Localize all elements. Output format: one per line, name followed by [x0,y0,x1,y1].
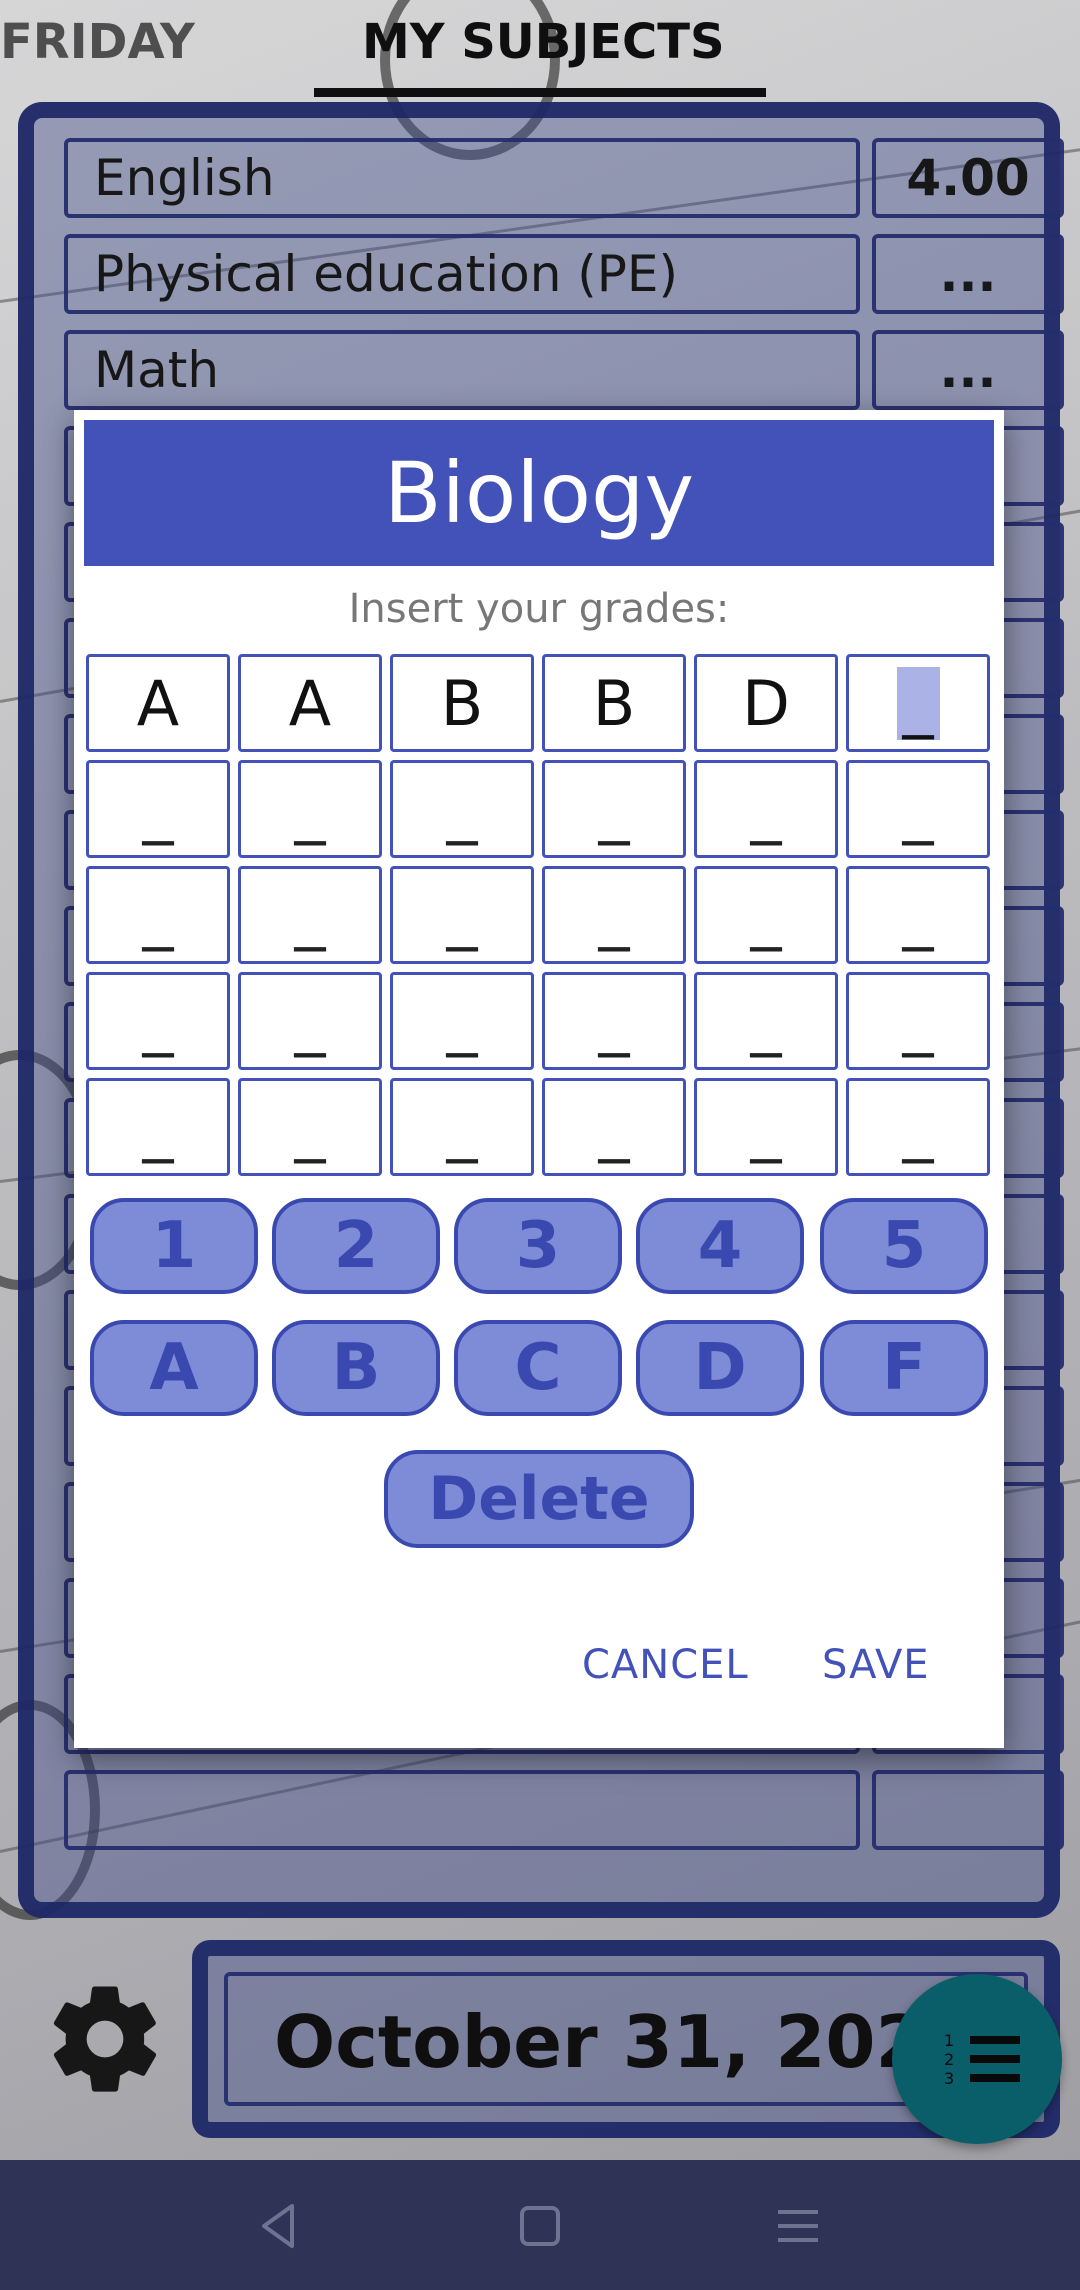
grade-cell[interactable]: _ [846,760,990,858]
grade-cell[interactable]: _ [238,760,382,858]
key-2-button[interactable]: 2 [272,1198,440,1294]
grade-cell[interactable]: _ [390,866,534,964]
grade-cell[interactable]: _ [390,972,534,1070]
dialog-title: Biology [84,420,994,566]
grade-cell[interactable]: _ [694,760,838,858]
system-navigation-bar [0,2160,1080,2290]
grade-cell[interactable]: _ [694,972,838,1070]
grades-dialog: Biology Insert your grades: A A B B D _ … [74,410,1004,1748]
grade-cell[interactable]: B [390,654,534,752]
grade-cell[interactable]: _ [542,972,686,1070]
key-d-button[interactable]: D [636,1320,804,1416]
back-icon[interactable] [252,2198,308,2254]
grade-cell[interactable]: A [86,654,230,752]
dialog-prompt: Insert your grades: [348,586,730,632]
grade-cell[interactable]: _ [694,1078,838,1176]
grade-cell[interactable]: _ [542,760,686,858]
grade-cell[interactable]: B [542,654,686,752]
key-3-button[interactable]: 3 [454,1198,622,1294]
grade-cell[interactable]: _ [846,866,990,964]
grade-cell[interactable]: _ [238,972,382,1070]
grade-cell[interactable]: _ [238,1078,382,1176]
key-c-button[interactable]: C [454,1320,622,1416]
key-a-button[interactable]: A [90,1320,258,1416]
key-5-button[interactable]: 5 [820,1198,988,1294]
grade-cell[interactable]: _ [846,1078,990,1176]
key-4-button[interactable]: 4 [636,1198,804,1294]
save-button[interactable]: SAVE [822,1642,930,1688]
grade-cell[interactable]: _ [390,760,534,858]
grade-cell[interactable]: _ [86,866,230,964]
grade-cell[interactable]: _ [846,972,990,1070]
delete-button[interactable]: Delete [384,1450,694,1548]
menu-icon[interactable] [770,2198,826,2254]
grade-cell-selected[interactable]: _ [846,654,990,752]
key-f-button[interactable]: F [820,1320,988,1416]
key-b-button[interactable]: B [272,1320,440,1416]
grade-cell[interactable]: A [238,654,382,752]
home-icon[interactable] [512,2198,568,2254]
grade-cell[interactable]: _ [86,972,230,1070]
key-1-button[interactable]: 1 [90,1198,258,1294]
grade-cell[interactable]: _ [694,866,838,964]
grade-cell[interactable]: _ [542,866,686,964]
cancel-button[interactable]: CANCEL [582,1642,749,1688]
grade-cell-value: _ [896,667,940,740]
grade-cell[interactable]: _ [86,1078,230,1176]
grade-cell[interactable]: _ [390,1078,534,1176]
grade-cell[interactable]: _ [542,1078,686,1176]
grade-cell[interactable]: _ [86,760,230,858]
grade-cell[interactable]: D [694,654,838,752]
grade-cell[interactable]: _ [238,866,382,964]
